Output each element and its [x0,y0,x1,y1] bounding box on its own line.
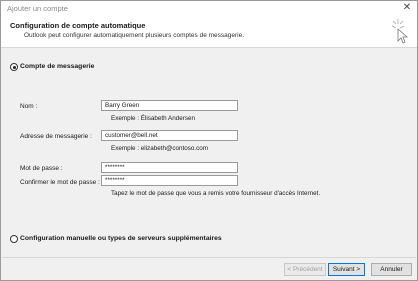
password-field[interactable]: ******** [101,162,238,173]
next-button[interactable]: Suivant > [328,263,365,276]
email-account-label[interactable]: Compte de messagerie [20,63,94,70]
password-hint: Tapez le mot de passe que vous a remis v… [111,190,321,197]
cancel-button[interactable]: Annuler [371,263,412,276]
header-subtitle: Outlook peut configurer automatiquement … [24,32,245,39]
footer-divider [2,257,416,258]
close-icon[interactable]: ✕ [401,2,413,14]
password-label: Mot de passe : [20,165,63,172]
manual-config-label[interactable]: Configuration manuelle ou types de serve… [20,235,222,242]
email-account-radio[interactable] [10,63,18,71]
name-field[interactable]: Barry Green [101,100,238,111]
wizard-cursor-icon [391,19,409,44]
confirm-password-label: Confirmer le mot de passe : [20,179,100,186]
manual-config-radio[interactable] [10,235,18,243]
header-title: Configuration de compte automatique [10,21,146,30]
header-panel: Configuration de compte automatique Outl… [1,15,417,48]
add-account-dialog: Ajouter un compte ✕ Configuration de com… [0,0,418,281]
radio-selected-dot [12,65,16,69]
email-hint: Exemple : elizabeth@contoso.com [111,145,209,152]
name-label: Nom : [20,103,38,110]
window-title: Ajouter un compte [7,4,68,13]
email-field[interactable]: customer@bell.net [101,130,238,141]
title-bar: Ajouter un compte ✕ [1,1,417,15]
email-label: Adresse de messagerie : [20,133,92,140]
previous-button[interactable]: < Précédent [284,263,326,276]
confirm-password-field[interactable]: ******** [101,175,238,186]
name-hint: Exemple : Élisabeth Andersen [111,115,196,122]
